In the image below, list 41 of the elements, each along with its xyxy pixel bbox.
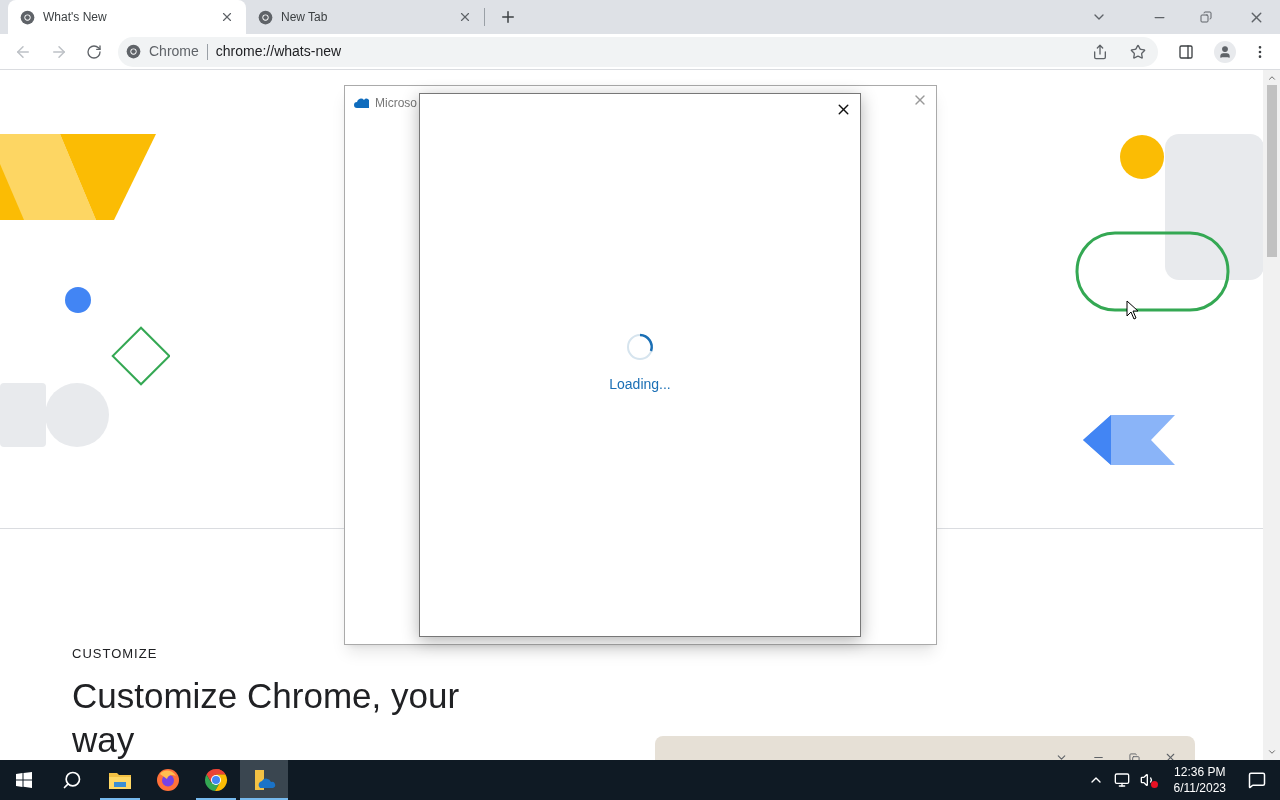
scrollbar-thumb[interactable] — [1266, 85, 1277, 257]
site-chip-label: Chrome — [149, 42, 199, 61]
cloud-icon — [354, 98, 369, 108]
bookmark-star-icon[interactable] — [1130, 43, 1146, 60]
volume-muted-icon[interactable] — [1139, 772, 1158, 788]
loading-spinner-icon — [625, 331, 655, 362]
side-panel-icon[interactable] — [1178, 43, 1194, 60]
folder-cloud-icon — [252, 768, 276, 792]
chrome-logo-icon — [204, 768, 228, 792]
url-text: chrome://whats-new — [215, 42, 342, 61]
network-icon[interactable] — [1113, 772, 1130, 788]
address-bar[interactable]: Chrome chrome://whats-new — [118, 36, 1158, 67]
scrollbar[interactable] — [1263, 70, 1280, 760]
browser-tab[interactable]: What's New — [8, 0, 246, 34]
dialog-title: Microso — [375, 95, 417, 112]
restore-icon[interactable] — [1200, 11, 1212, 23]
close-tab-icon[interactable] — [458, 10, 472, 24]
section-title: Customize Chrome, your way — [72, 674, 461, 760]
reload-icon[interactable] — [86, 43, 102, 60]
folder-icon — [108, 770, 132, 790]
loading-text: Loading... — [609, 374, 671, 394]
chrome-logo-icon — [258, 9, 273, 25]
clock-date: 6/11/2023 — [1173, 780, 1226, 796]
chrome-logo-icon — [20, 9, 35, 25]
share-icon[interactable] — [1092, 43, 1108, 60]
clock-time: 12:36 PM — [1174, 764, 1226, 780]
chrome-logo-icon — [126, 44, 141, 59]
plus-icon — [499, 8, 517, 26]
search-icon — [62, 770, 82, 790]
notifications-icon[interactable] — [1248, 771, 1266, 789]
browser-tab[interactable]: New Tab — [246, 0, 484, 34]
clock[interactable]: 12:36 PM 6/11/2023 — [1165, 764, 1234, 796]
fox-globe-icon — [156, 768, 180, 792]
close-tab-icon[interactable] — [220, 10, 234, 24]
profile-avatar[interactable] — [1214, 40, 1236, 63]
scroll-up-icon[interactable] — [1266, 73, 1277, 83]
scroll-down-icon[interactable] — [1266, 747, 1277, 757]
mouse-cursor-icon — [1126, 300, 1138, 320]
section-label: CUSTOMIZE — [72, 645, 159, 663]
taskbar-app-button[interactable] — [240, 760, 288, 800]
windows-logo-icon — [16, 772, 32, 788]
